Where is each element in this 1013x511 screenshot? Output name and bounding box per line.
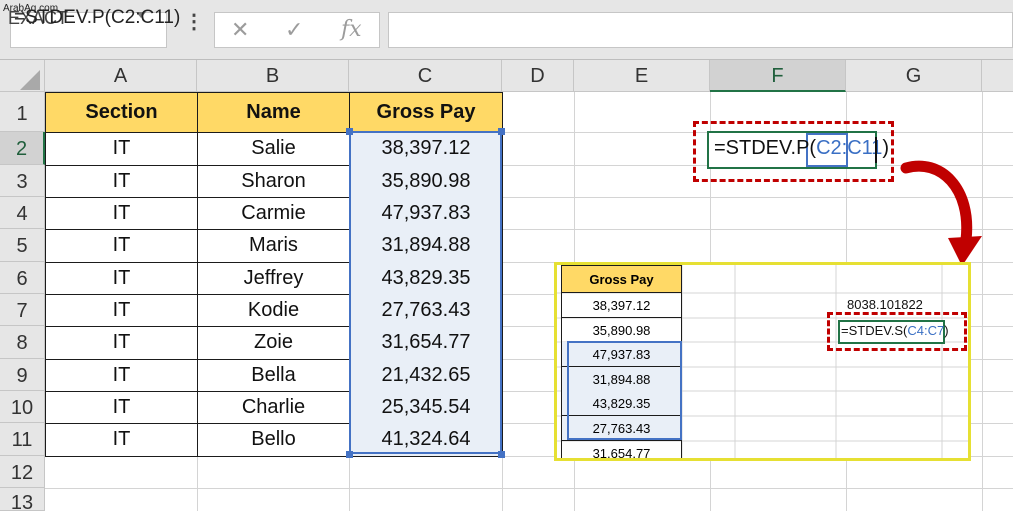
inset-header-gross-pay: Gross Pay: [561, 265, 682, 293]
table-cell[interactable]: IT: [45, 294, 198, 327]
gridline: [982, 92, 983, 511]
row-header-4[interactable]: 4: [0, 197, 45, 229]
table-cell[interactable]: IT: [45, 359, 198, 392]
example-inset: Gross Pay 38,397.12 35,890.98 47,937.83 …: [554, 262, 971, 461]
formula-reference-range: [349, 131, 502, 454]
row-header-3[interactable]: 3: [0, 165, 45, 197]
row-header-12[interactable]: 12: [0, 456, 45, 488]
column-header-g[interactable]: G: [846, 60, 982, 92]
watermark: ArabAq.com: [3, 3, 59, 14]
table-cell[interactable]: Bella: [197, 359, 350, 392]
table-cell[interactable]: Zoie: [197, 326, 350, 360]
enter-icon[interactable]: ✓: [285, 17, 303, 43]
more-options-icon[interactable]: ⋮: [184, 12, 204, 32]
range-handle[interactable]: [346, 128, 353, 135]
row-header-8[interactable]: 8: [0, 326, 45, 359]
curved-arrow-icon: [900, 160, 982, 266]
row-header-9[interactable]: 9: [0, 359, 45, 391]
row-header-6[interactable]: 6: [0, 262, 45, 294]
table-cell[interactable]: IT: [45, 423, 198, 457]
table-cell[interactable]: Carmie: [197, 197, 350, 230]
column-header-d[interactable]: D: [502, 60, 574, 92]
range-handle[interactable]: [498, 128, 505, 135]
table-cell[interactable]: Charlie: [197, 391, 350, 424]
select-all-triangle-icon: [20, 70, 40, 90]
table-cell[interactable]: IT: [45, 391, 198, 424]
table-cell[interactable]: Kodie: [197, 294, 350, 327]
formula-buttons: ✕ ✓ fx: [214, 12, 380, 48]
inset-result-value: 8038.101822: [847, 297, 923, 312]
inset-reference-range: [567, 341, 682, 440]
row-header-7[interactable]: 7: [0, 294, 45, 326]
active-cell-formula: =STDEV.P(C2:C11): [714, 137, 890, 159]
table-cell[interactable]: IT: [45, 262, 198, 295]
table-cell[interactable]: Salie: [197, 132, 350, 166]
column-header-h[interactable]: [982, 60, 1013, 92]
table-cell[interactable]: Bello: [197, 423, 350, 457]
table-cell[interactable]: IT: [45, 132, 198, 166]
row-header-10[interactable]: 10: [0, 391, 45, 423]
inset-cell: 31,654.77: [561, 441, 682, 458]
row-header-1[interactable]: 1: [0, 92, 45, 132]
table-header-section[interactable]: Section: [45, 92, 198, 133]
table-header-name[interactable]: Name: [197, 92, 350, 133]
row-header-13[interactable]: 13: [0, 488, 45, 511]
table-cell[interactable]: Jeffrey: [197, 262, 350, 295]
row-header-5[interactable]: 5: [0, 229, 45, 262]
insert-function-icon[interactable]: fx: [341, 17, 362, 42]
column-header-f[interactable]: F: [710, 60, 846, 92]
column-header-a[interactable]: A: [45, 60, 197, 92]
range-handle[interactable]: [346, 451, 353, 458]
inset-formula: =STDEV.S(C4:C7): [841, 323, 949, 338]
table-cell[interactable]: IT: [45, 326, 198, 360]
column-header-c[interactable]: C: [349, 60, 502, 92]
row-header-11[interactable]: 11: [0, 423, 45, 456]
table-cell[interactable]: Maris: [197, 229, 350, 263]
table-header-gross-pay[interactable]: Gross Pay: [349, 92, 503, 133]
inset-cell: 38,397.12: [561, 293, 682, 318]
table-cell[interactable]: IT: [45, 229, 198, 263]
formula-input[interactable]: [388, 12, 1013, 48]
table-cell[interactable]: Sharon: [197, 165, 350, 198]
column-header-e[interactable]: E: [574, 60, 710, 92]
table-cell[interactable]: IT: [45, 197, 198, 230]
inset-cell: 35,890.98: [561, 318, 682, 343]
cancel-icon[interactable]: ✕: [231, 17, 249, 43]
range-handle[interactable]: [498, 451, 505, 458]
column-header-b[interactable]: B: [197, 60, 349, 92]
row-header-2[interactable]: 2: [0, 132, 45, 165]
gridline: [45, 488, 1013, 489]
text-cursor: [875, 137, 877, 163]
table-cell[interactable]: IT: [45, 165, 198, 198]
